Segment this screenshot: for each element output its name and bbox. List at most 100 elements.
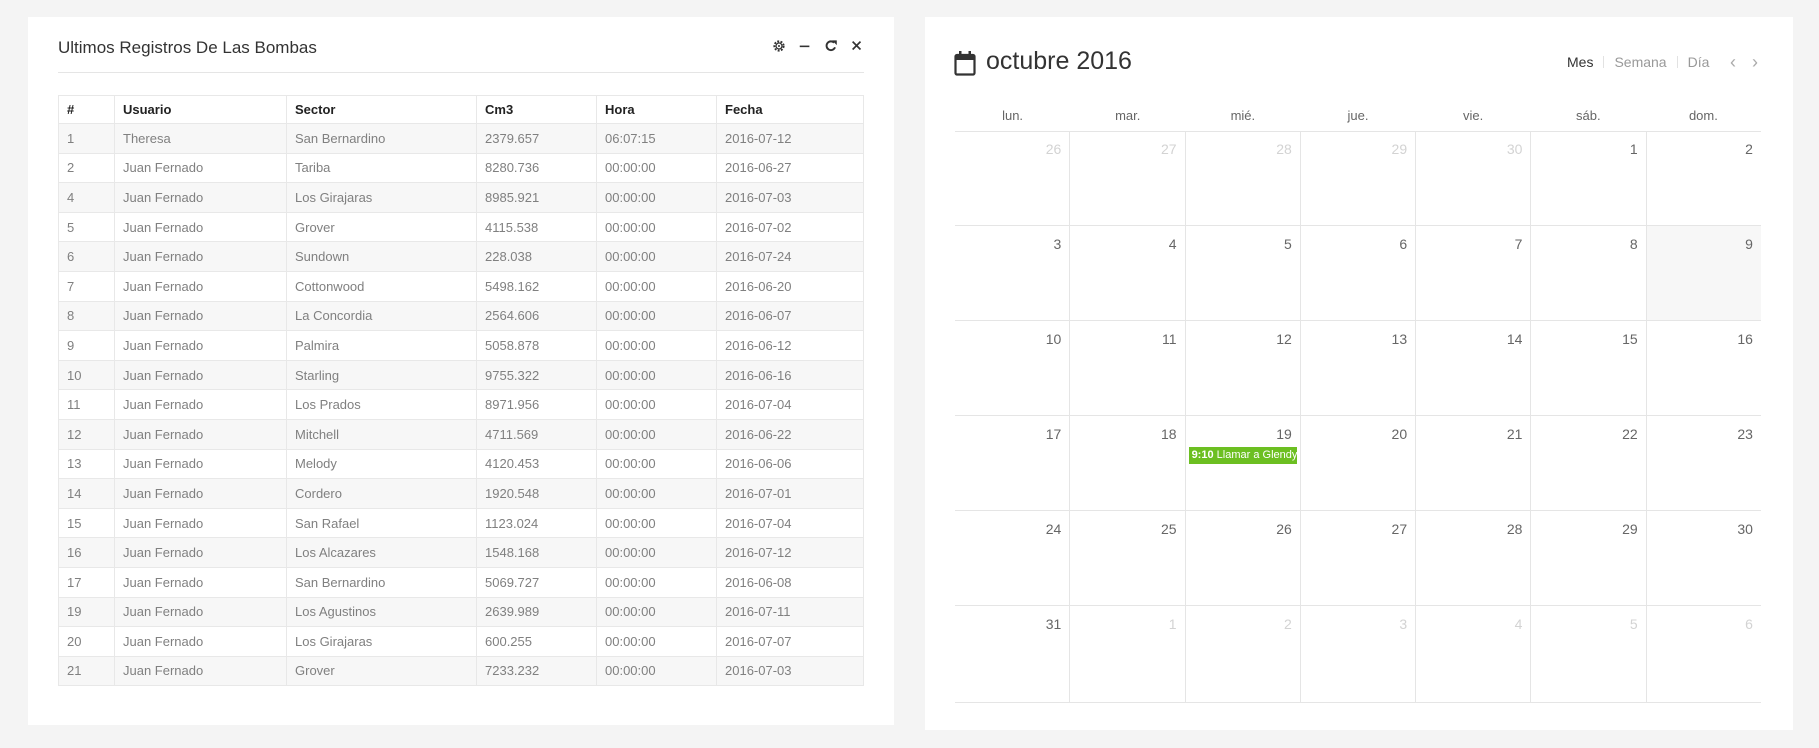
cell-user: Juan Fernado — [114, 211, 287, 243]
column-header-user[interactable]: Usuario — [114, 95, 287, 124]
table-row[interactable]: 15 Juan Fernado San Rafael 1123.024 00:00:00… — [58, 507, 864, 539]
cell-date: 2016-07-04 — [716, 389, 864, 420]
month-navigation: ‹ › — [1730, 52, 1758, 73]
next-month-button[interactable]: › — [1752, 52, 1758, 73]
table-row[interactable]: 6 Juan Fernado Sundown 228.038 00:00:00 2016-… — [58, 241, 864, 272]
table-row[interactable]: 12 Juan Fernado Mitchell 4711.569 00:00:00 20… — [58, 418, 864, 450]
calendar-day[interactable]: 27 — [1069, 131, 1184, 225]
calendar-day[interactable]: 21 — [1415, 416, 1530, 510]
view-month-button[interactable]: Mes — [1567, 54, 1593, 70]
calendar-day[interactable]: 23 — [1645, 416, 1761, 510]
refresh-icon[interactable] — [824, 39, 838, 53]
cell-time: 00:00:00 — [596, 241, 717, 272]
calendar-day[interactable]: 29 — [1530, 511, 1645, 605]
cell-sector: La Concordia — [286, 300, 477, 332]
calendar-day[interactable]: 26 — [955, 131, 1069, 225]
table-row[interactable]: 9 Juan Fernado Palmira 5058.878 00:00:00 2016… — [58, 330, 864, 361]
calendar-day[interactable]: 8 — [1530, 226, 1645, 320]
calendar-day[interactable]: 24 — [955, 511, 1069, 605]
cell-time: 00:00:00 — [596, 448, 717, 480]
column-header-date[interactable]: Fecha — [716, 95, 864, 124]
table-row[interactable]: 5 Juan Fernado Grover 4115.538 00:00:00 2016-… — [58, 211, 864, 243]
calendar-day[interactable]: 5 — [1184, 226, 1300, 320]
calendar-day[interactable]: 22 — [1530, 416, 1645, 510]
calendar-day[interactable]: 10 — [955, 321, 1069, 415]
column-header-id[interactable]: # — [58, 95, 115, 124]
calendar-day[interactable]: 27 — [1299, 511, 1415, 605]
close-icon[interactable] — [850, 39, 864, 53]
calendar-day[interactable]: 3 — [955, 226, 1069, 320]
column-header-time[interactable]: Hora — [596, 95, 717, 124]
table-row[interactable]: 4 Juan Fernado Los Girajaras 8985.921 00:00:… — [58, 182, 864, 213]
calendar-day[interactable]: 31 — [955, 606, 1069, 702]
calendar-day[interactable]: 4 — [1415, 606, 1530, 702]
table-row[interactable]: 8 Juan Fernado La Concordia 2564.606 00:00:0… — [58, 300, 864, 332]
calendar-day[interactable]: 29 — [1299, 131, 1415, 225]
calendar-day[interactable]: 11 — [1069, 321, 1184, 415]
calendar-day[interactable]: 2 — [1184, 606, 1300, 702]
calendar-day[interactable]: 6 — [1645, 606, 1761, 702]
cell-sector: Palmira — [286, 330, 477, 361]
table-row[interactable]: 7 Juan Fernado Cottonwood 5498.162 00:00:00 2… — [58, 270, 864, 302]
calendar-week: 17 18 19 9:10 Llamar a Glendy 20 21 22 23 — [955, 415, 1761, 510]
calendar-event[interactable]: 9:10 Llamar a Glendy — [1188, 447, 1297, 464]
calendar-day[interactable]: 14 — [1415, 321, 1530, 415]
day-number: 12 — [1276, 331, 1292, 347]
table-row[interactable]: 21 Juan Fernado Grover 7233.232 00:00:00 2016… — [58, 655, 864, 687]
calendar-day[interactable]: 25 — [1069, 511, 1184, 605]
calendar-day[interactable]: 1 — [1069, 606, 1184, 702]
calendar-day[interactable]: 26 — [1184, 511, 1300, 605]
table-row[interactable]: 20 Juan Fernado Los Girajaras 600.255 00:00:… — [58, 626, 864, 657]
table-row[interactable]: 14 Juan Fernado Cordero 1920.548 00:00:00 201… — [58, 478, 864, 509]
calendar-day[interactable]: 19 9:10 Llamar a Glendy — [1184, 416, 1300, 510]
table-row[interactable]: 11 Juan Fernado Los Prados 8971.956 00:00:00… — [58, 389, 864, 420]
view-week-button[interactable]: Semana — [1614, 54, 1666, 70]
cell-id: 17 — [58, 566, 115, 598]
day-number: 22 — [1622, 426, 1638, 442]
calendar-day[interactable]: 18 — [1069, 416, 1184, 510]
cell-id: 14 — [58, 478, 115, 509]
calendar-day[interactable]: 6 — [1299, 226, 1415, 320]
calendar-day[interactable]: 12 — [1184, 321, 1300, 415]
table-row[interactable]: 19 Juan Fernado Los Agustinos 2639.989 00:00… — [58, 596, 864, 628]
table-row[interactable]: 2 Juan Fernado Tariba 8280.736 00:00:00 2016-… — [58, 152, 864, 184]
calendar-day[interactable]: 28 — [1184, 131, 1300, 225]
table-row[interactable]: 13 Juan Fernado Melody 4120.453 00:00:00 2016… — [58, 448, 864, 480]
day-number: 3 — [1399, 616, 1408, 632]
calendar-day-today[interactable]: 9 — [1645, 226, 1761, 320]
cell-time: 00:00:00 — [596, 270, 717, 302]
calendar-day[interactable]: 30 — [1645, 511, 1761, 605]
table-row[interactable]: 10 Juan Fernado Starling 9755.322 00:00:00 20… — [58, 359, 864, 391]
calendar-day[interactable]: 30 — [1415, 131, 1530, 225]
cell-cm3: 600.255 — [476, 626, 597, 657]
settings-icon[interactable] — [772, 39, 786, 53]
header-divider — [58, 72, 864, 73]
calendar-day[interactable]: 3 — [1299, 606, 1415, 702]
calendar-day[interactable]: 2 — [1645, 131, 1761, 225]
table-row[interactable]: 1 Theresa San Bernardino 2379.657 06:07:15 20… — [58, 123, 864, 154]
calendar-day[interactable]: 28 — [1415, 511, 1530, 605]
cell-date: 2016-07-07 — [716, 626, 864, 657]
day-number: 28 — [1276, 141, 1292, 157]
calendar-day[interactable]: 4 — [1069, 226, 1184, 320]
calendar-day[interactable]: 5 — [1530, 606, 1645, 702]
prev-month-button[interactable]: ‹ — [1730, 52, 1736, 73]
calendar-day[interactable]: 15 — [1530, 321, 1645, 415]
column-header-cm3[interactable]: Cm3 — [476, 95, 597, 124]
cell-cm3: 228.038 — [476, 241, 597, 272]
column-header-sector[interactable]: Sector — [286, 95, 477, 124]
cell-user: Juan Fernado — [114, 478, 287, 509]
calendar-day[interactable]: 7 — [1415, 226, 1530, 320]
day-number: 27 — [1391, 521, 1408, 537]
cell-cm3: 5069.727 — [476, 566, 597, 598]
calendar-day[interactable]: 1 — [1530, 131, 1645, 225]
calendar-day[interactable]: 16 — [1645, 321, 1761, 415]
table-row[interactable]: 17 Juan Fernado San Bernardino 5069.727 00:0… — [58, 566, 864, 598]
cell-user: Juan Fernado — [114, 330, 287, 361]
calendar-day[interactable]: 20 — [1299, 416, 1415, 510]
calendar-day[interactable]: 17 — [955, 416, 1069, 510]
calendar-day[interactable]: 13 — [1299, 321, 1415, 415]
table-row[interactable]: 16 Juan Fernado Los Alcazares 1548.168 00:00… — [58, 537, 864, 568]
view-day-button[interactable]: Día — [1688, 54, 1710, 70]
minimize-icon[interactable] — [798, 39, 812, 53]
